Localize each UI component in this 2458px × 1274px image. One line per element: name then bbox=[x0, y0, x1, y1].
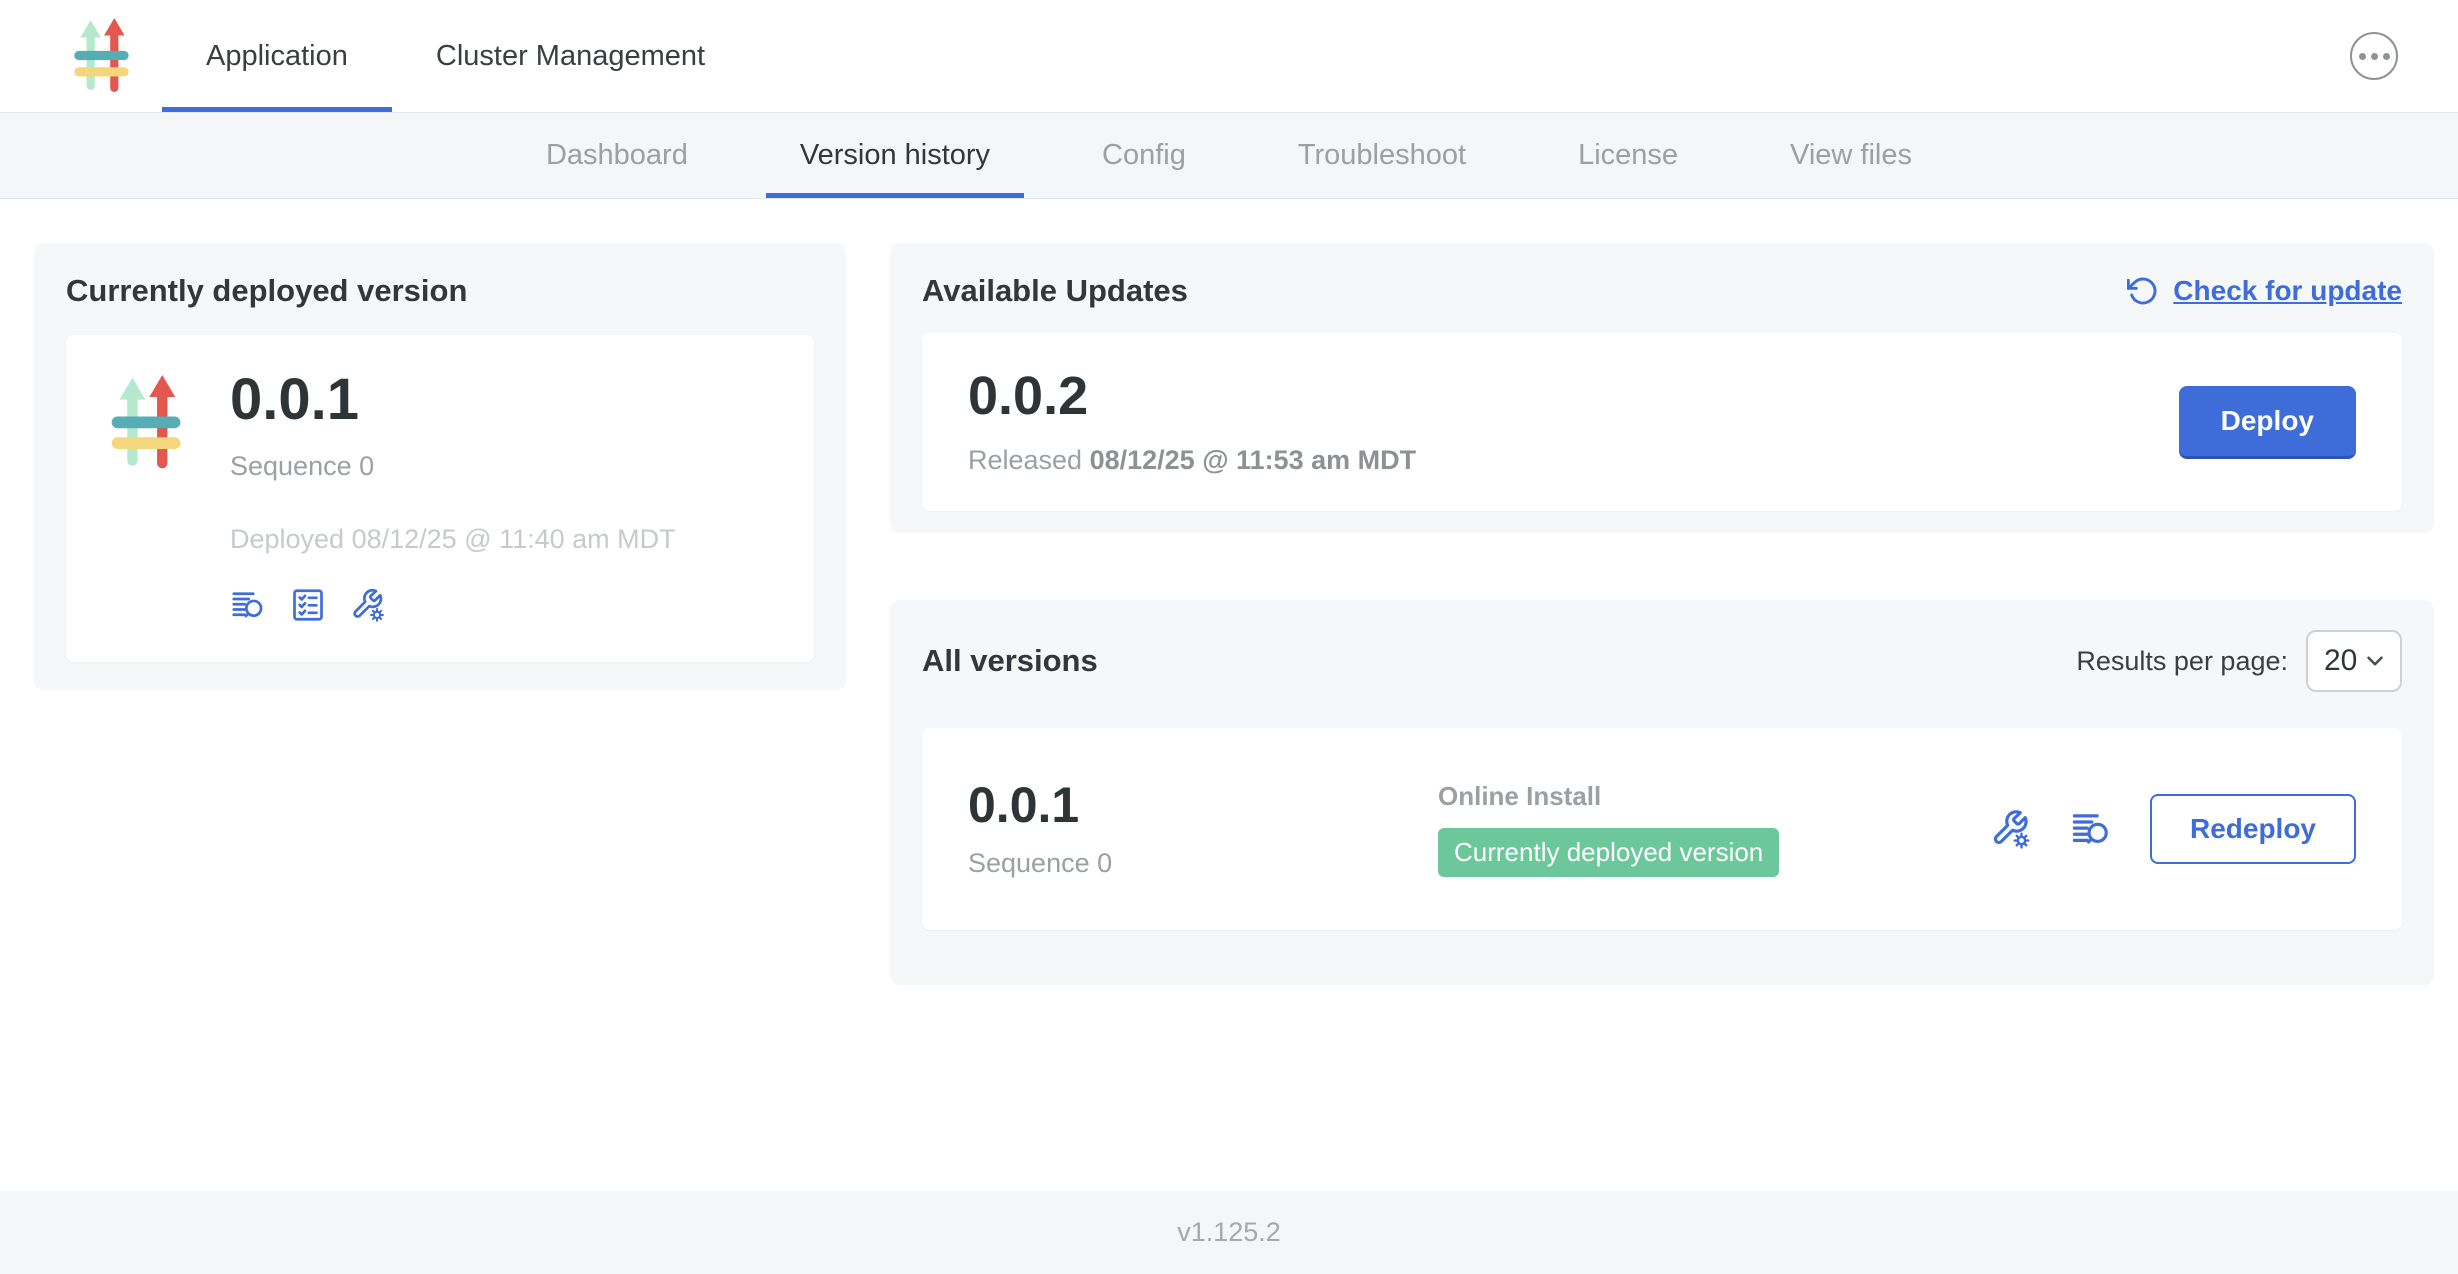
version-row: 0.0.1 Sequence 0 Online Install Currentl… bbox=[922, 728, 2402, 930]
available-updates-card: Available Updates Check for update 0.0.2… bbox=[890, 243, 2434, 533]
tab-dashboard-label: Dashboard bbox=[546, 139, 688, 172]
deployed-version-number: 0.0.1 bbox=[230, 371, 676, 429]
results-per-page-value: 20 bbox=[2324, 644, 2357, 678]
update-released-timestamp: Released 08/12/25 @ 11:53 am MDT bbox=[968, 445, 1416, 476]
tab-version-history[interactable]: Version history bbox=[744, 113, 1046, 198]
deployed-timestamp: Deployed 08/12/25 @ 11:40 am MDT bbox=[230, 524, 676, 555]
available-update-row: 0.0.2 Released 08/12/25 @ 11:53 am MDT D… bbox=[922, 333, 2402, 511]
main-content: Currently deployed version 0.0.1 Sequenc… bbox=[0, 199, 2458, 1191]
deploy-logs-icon[interactable] bbox=[230, 587, 266, 623]
refresh-ccw-icon bbox=[2127, 275, 2159, 307]
edit-config-icon[interactable] bbox=[1990, 808, 2032, 850]
redeploy-button[interactable]: Redeploy bbox=[2150, 794, 2356, 864]
row-version-number: 0.0.1 bbox=[968, 780, 1438, 830]
deploy-button[interactable]: Deploy bbox=[2179, 386, 2356, 459]
tab-config-label: Config bbox=[1102, 139, 1186, 172]
deployed-sequence: Sequence 0 bbox=[230, 451, 676, 482]
tab-view-files[interactable]: View files bbox=[1734, 113, 1968, 198]
ellipsis-icon[interactable] bbox=[2350, 32, 2398, 80]
row-sequence: Sequence 0 bbox=[968, 848, 1438, 879]
top-tab-cluster-management-label: Cluster Management bbox=[436, 40, 705, 73]
row-install-type: Online Install bbox=[1438, 781, 1779, 812]
currently-deployed-version-panel: 0.0.1 Sequence 0 Deployed 08/12/25 @ 11:… bbox=[66, 335, 814, 662]
all-versions-title: All versions bbox=[922, 643, 1098, 679]
check-for-update-label: Check for update bbox=[2173, 275, 2402, 307]
currently-deployed-card: Currently deployed version 0.0.1 Sequenc… bbox=[34, 243, 846, 690]
results-per-page-label: Results per page: bbox=[2076, 646, 2288, 677]
tab-troubleshoot[interactable]: Troubleshoot bbox=[1242, 113, 1522, 198]
tab-view-files-label: View files bbox=[1790, 139, 1912, 172]
preflight-checks-icon[interactable] bbox=[290, 587, 326, 623]
deploy-logs-icon[interactable] bbox=[2070, 808, 2112, 850]
app-logo bbox=[72, 18, 134, 94]
check-for-update-link[interactable]: Check for update bbox=[2127, 275, 2402, 307]
app-sub-nav: Dashboard Version history Config Trouble… bbox=[0, 113, 2458, 199]
currently-deployed-title: Currently deployed version bbox=[66, 273, 814, 309]
top-tab-cluster-management[interactable]: Cluster Management bbox=[392, 0, 749, 112]
released-label: Released bbox=[968, 445, 1082, 475]
tab-troubleshoot-label: Troubleshoot bbox=[1298, 139, 1466, 172]
app-logo bbox=[108, 375, 188, 471]
tab-license-label: License bbox=[1578, 139, 1678, 172]
tab-config[interactable]: Config bbox=[1046, 113, 1242, 198]
top-tab-application-label: Application bbox=[206, 40, 348, 73]
tab-dashboard[interactable]: Dashboard bbox=[490, 113, 744, 198]
update-version-number: 0.0.2 bbox=[968, 369, 1416, 423]
all-versions-card: All versions Results per page: 20 0.0.1 … bbox=[890, 600, 2434, 985]
top-nav: Application Cluster Management bbox=[0, 0, 2458, 113]
page-footer: v1.125.2 bbox=[0, 1191, 2458, 1274]
tab-license[interactable]: License bbox=[1522, 113, 1734, 198]
available-updates-title: Available Updates bbox=[922, 273, 1188, 309]
edit-config-icon[interactable] bbox=[350, 587, 386, 623]
tab-version-history-label: Version history bbox=[800, 139, 990, 172]
currently-deployed-badge: Currently deployed version bbox=[1438, 828, 1779, 877]
top-tab-application[interactable]: Application bbox=[162, 0, 392, 112]
results-per-page-select[interactable]: 20 bbox=[2306, 630, 2402, 692]
chevron-down-icon bbox=[2362, 648, 2388, 674]
console-version: v1.125.2 bbox=[1177, 1217, 1281, 1248]
released-date: 08/12/25 @ 11:53 am MDT bbox=[1090, 445, 1417, 475]
